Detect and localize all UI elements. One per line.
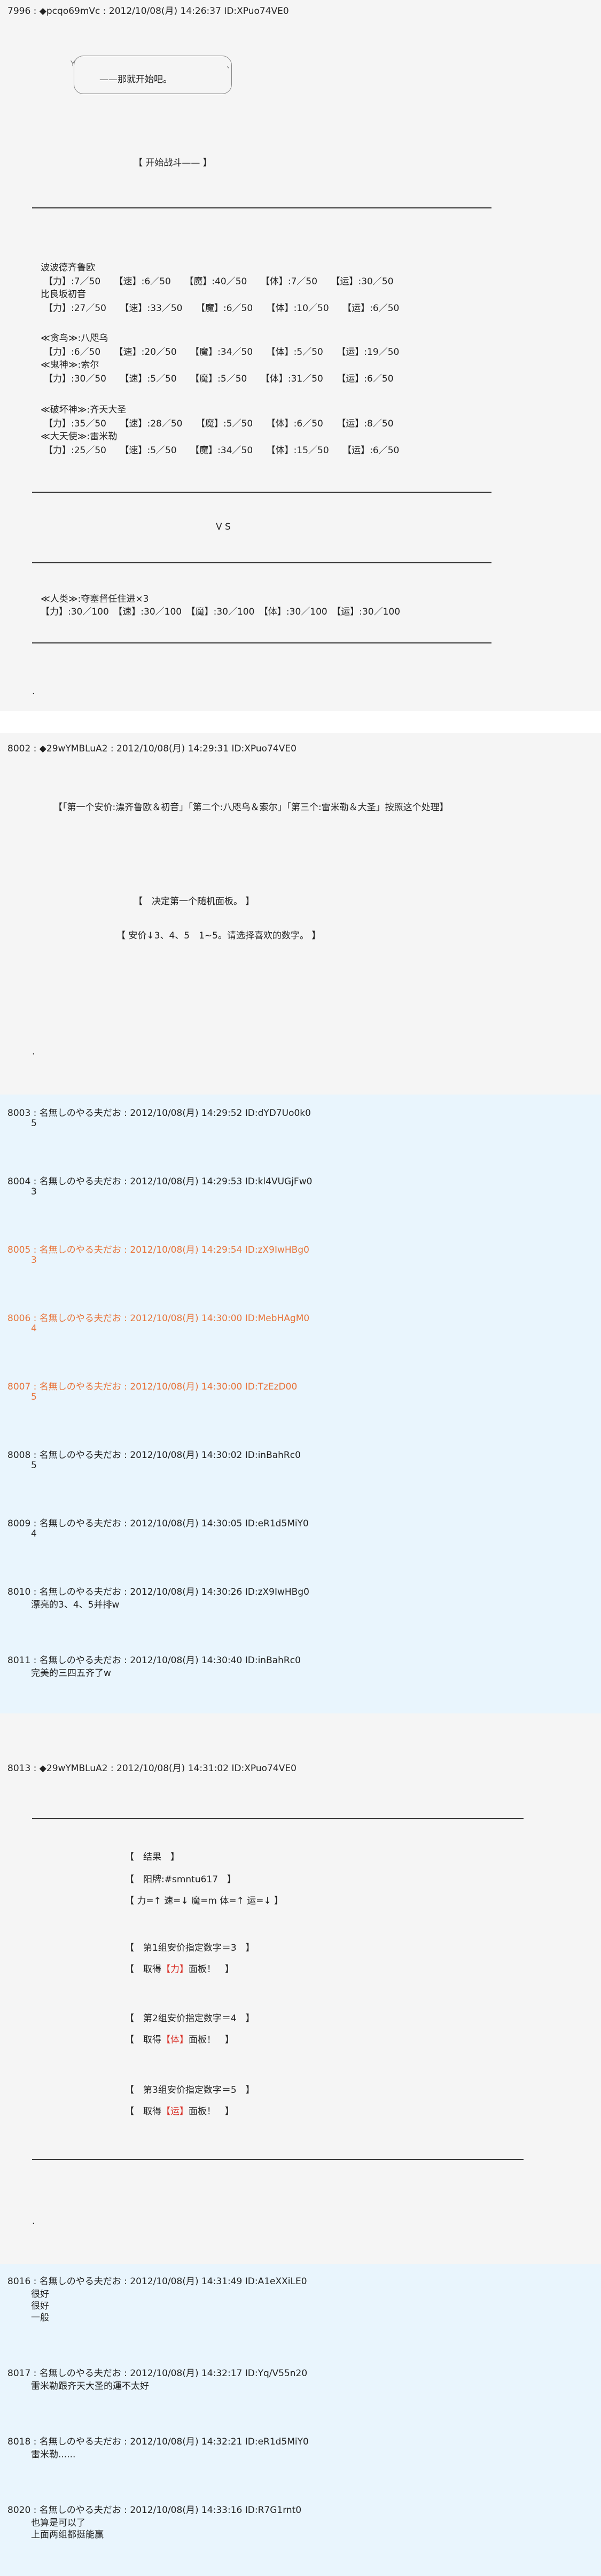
unit-stats: 【力】:30／50 【速】:5／50 【魔】:5／50 【体】:31／50 【运… (44, 374, 394, 384)
post-header: 8013 : ◆29wYMBLuA2 : 2012/10/08(月) 14:31… (7, 1763, 296, 1774)
take-suffix: 面板！ 】 (189, 1964, 234, 1975)
decide-line: 【 决定第一个随机面板。 】 (134, 896, 255, 907)
unit-stats: 【力】:6／50 【速】:20／50 【魔】:34／50 【体】:5／50 【运… (44, 347, 400, 358)
third-take: 【 取得【运】面板！ 】 (125, 2104, 234, 2117)
unit-name: ≪鬼神≫:索尔 (41, 360, 99, 370)
post-header: 8004 : 名無しのやる夫だお : 2012/10/08(月) 14:29:5… (7, 1176, 313, 1187)
divider (32, 2159, 524, 2160)
post-header: 8009 : 名無しのやる夫だお : 2012/10/08(月) 14:30:0… (7, 1518, 309, 1529)
post-header: 8005 : 名無しのやる夫だお : 2012/10/08(月) 14:29:5… (7, 1245, 309, 1255)
reply-text: 4 (31, 1528, 37, 1539)
first-anchor: 【 第1组安价指定数字＝3 】 (125, 1943, 255, 1953)
take-suffix: 面板！ 】 (189, 2106, 234, 2117)
post-header: 8006 : 名無しのやる夫だお : 2012/10/08(月) 14:30:0… (7, 1313, 310, 1324)
post-header: 8002 : ◆29wYMBLuA2 : 2012/10/08(月) 14:29… (7, 743, 296, 754)
enemy-stats: 【力】:30／100 【速】:30／100 【魔】:30／100 【体】:30／… (41, 607, 401, 617)
post-header: 8007 : 名無しのやる夫だお : 2012/10/08(月) 14:30:0… (7, 1382, 298, 1392)
take-stat: 【运】 (161, 2106, 189, 2117)
post-header: 8020 : 名無しのやる夫だお : 2012/10/08(月) 14:33:1… (7, 2505, 302, 2516)
unit-stats: 【力】:7／50 【速】:6／50 【魔】:40／50 【体】:7／50 【运】… (44, 276, 394, 287)
reply-text: 雷米勒...... (31, 2449, 76, 2460)
unit-name: 波波德齐鲁欧 (41, 262, 95, 273)
divider (32, 642, 491, 643)
post-8013: 8013 : ◆29wYMBLuA2 : 2012/10/08(月) 14:31… (0, 1713, 601, 2264)
divider (32, 562, 491, 563)
panel-pre: 【 阳牌:#smntu617 】 (125, 1874, 237, 1885)
start-battle-line: 【 开始战斗—— 】 (134, 158, 212, 168)
post-7996: 7996 : ◆pcqo69mVc : 2012/10/08(月) 14:26:… (0, 0, 601, 711)
reply-text: 4 (31, 1323, 37, 1334)
unit-name: ≪贪鸟≫:八咫乌 (41, 333, 108, 344)
post-header: 8011 : 名無しのやる夫だお : 2012/10/08(月) 14:30:4… (7, 1655, 301, 1666)
reply-text: 漂亮的3、4、5并排w (31, 1600, 120, 1610)
order-line: 【「第一个安价:漂齐鲁欧＆初音」「第二个:八咫乌＆索尔」「第三个:雷米勒＆大圣」… (53, 802, 449, 813)
divider (32, 492, 491, 493)
reply-block: 8003 : 名無しのやる夫だお : 2012/10/08(月) 14:29:5… (0, 1095, 601, 1713)
third-anchor: 【 第3组安价指定数字＝5 】 (125, 2085, 255, 2096)
anchor-line: 【 安价↓3、4、5 1~5。请选择喜欢的数字。 】 (116, 930, 321, 941)
enemy-name: ≪人类≫:夺塞督任住进×3 (41, 594, 149, 604)
first-take: 【 取得【力】面板！ 】 (125, 1961, 234, 1975)
unit-name: ≪大天使≫:雷米勒 (41, 431, 118, 442)
reply-text: 5 (31, 1392, 37, 1402)
reply-text: 5 (31, 1460, 37, 1471)
unit-stats: 【力】:25／50 【速】:5／50 【魔】:34／50 【体】:15／50 【… (44, 445, 400, 456)
reply-text: 一般 (31, 2313, 49, 2323)
panel-stats: 【 力=↑ 速=↓ 魔=m 体=↑ 运=↓ 】 (125, 1896, 284, 1906)
unit-name: ≪破坏神≫:齐天大圣 (41, 405, 127, 415)
take-prefix: 【 取得 (125, 1964, 161, 1975)
post-header: 8003 : 名無しのやる夫だお : 2012/10/08(月) 14:29:5… (7, 1108, 311, 1119)
spacer-dot: . (32, 686, 35, 697)
post-header: 8017 : 名無しのやる夫だお : 2012/10/08(月) 14:32:1… (7, 2368, 308, 2379)
bubble-text: ——那就开始吧。 (99, 74, 172, 85)
reply-text: 3 (31, 1255, 37, 1266)
divider (32, 207, 491, 208)
post-header: 8016 : 名無しのやる夫だお : 2012/10/08(月) 14:31:4… (7, 2276, 307, 2287)
take-suffix: 面板！ 】 (189, 2035, 234, 2045)
spacer-dot: . (32, 1046, 35, 1057)
spacer-dot: . (32, 2216, 35, 2226)
take-prefix: 【 取得 (125, 2035, 161, 2045)
take-stat: 【体】 (161, 2035, 189, 2045)
bubble-mark: Y (71, 60, 75, 68)
post-8002: 8002 : ◆29wYMBLuA2 : 2012/10/08(月) 14:29… (0, 733, 601, 1095)
post-header: 7996 : ◆pcqo69mVc : 2012/10/08(月) 14:26:… (7, 6, 289, 17)
unit-stats: 【力】:27／50 【速】:33／50 【魔】:6／50 【体】:10／50 【… (44, 303, 400, 314)
take-stat: 【力】 (161, 1964, 189, 1975)
second-anchor: 【 第2组安价指定数字＝4 】 (125, 2013, 255, 2024)
second-take: 【 取得【体】面板！ 】 (125, 2032, 234, 2045)
versus-label: V S (216, 522, 231, 532)
unit-stats: 【力】:35／50 【速】:28／50 【魔】:5／50 【体】:6／50 【运… (44, 418, 394, 429)
divider (32, 1818, 524, 1819)
reply-text: 完美的三四五齐了w (31, 1668, 111, 1679)
reply-block-2: 8016 : 名無しのやる夫だお : 2012/10/08(月) 14:31:4… (0, 2264, 601, 2576)
post-header: 8008 : 名無しのやる夫だお : 2012/10/08(月) 14:30:0… (7, 1450, 301, 1461)
bubble-mark: 、 (227, 61, 234, 70)
reply-text: 3 (31, 1186, 37, 1197)
post-header: 8018 : 名無しのやる夫だお : 2012/10/08(月) 14:32:2… (7, 2437, 309, 2447)
result-title: 【 结果 】 (125, 1852, 179, 1863)
reply-text: 上面两组都挺能赢 (31, 2530, 104, 2540)
take-prefix: 【 取得 (125, 2106, 161, 2117)
post-header: 8010 : 名無しのやる夫だお : 2012/10/08(月) 14:30:2… (7, 1587, 309, 1597)
reply-text: 5 (31, 1118, 37, 1129)
reply-text: 雷米勒跟齐天大圣的運不太好 (31, 2381, 149, 2392)
unit-name: 比良坂初音 (41, 289, 86, 300)
